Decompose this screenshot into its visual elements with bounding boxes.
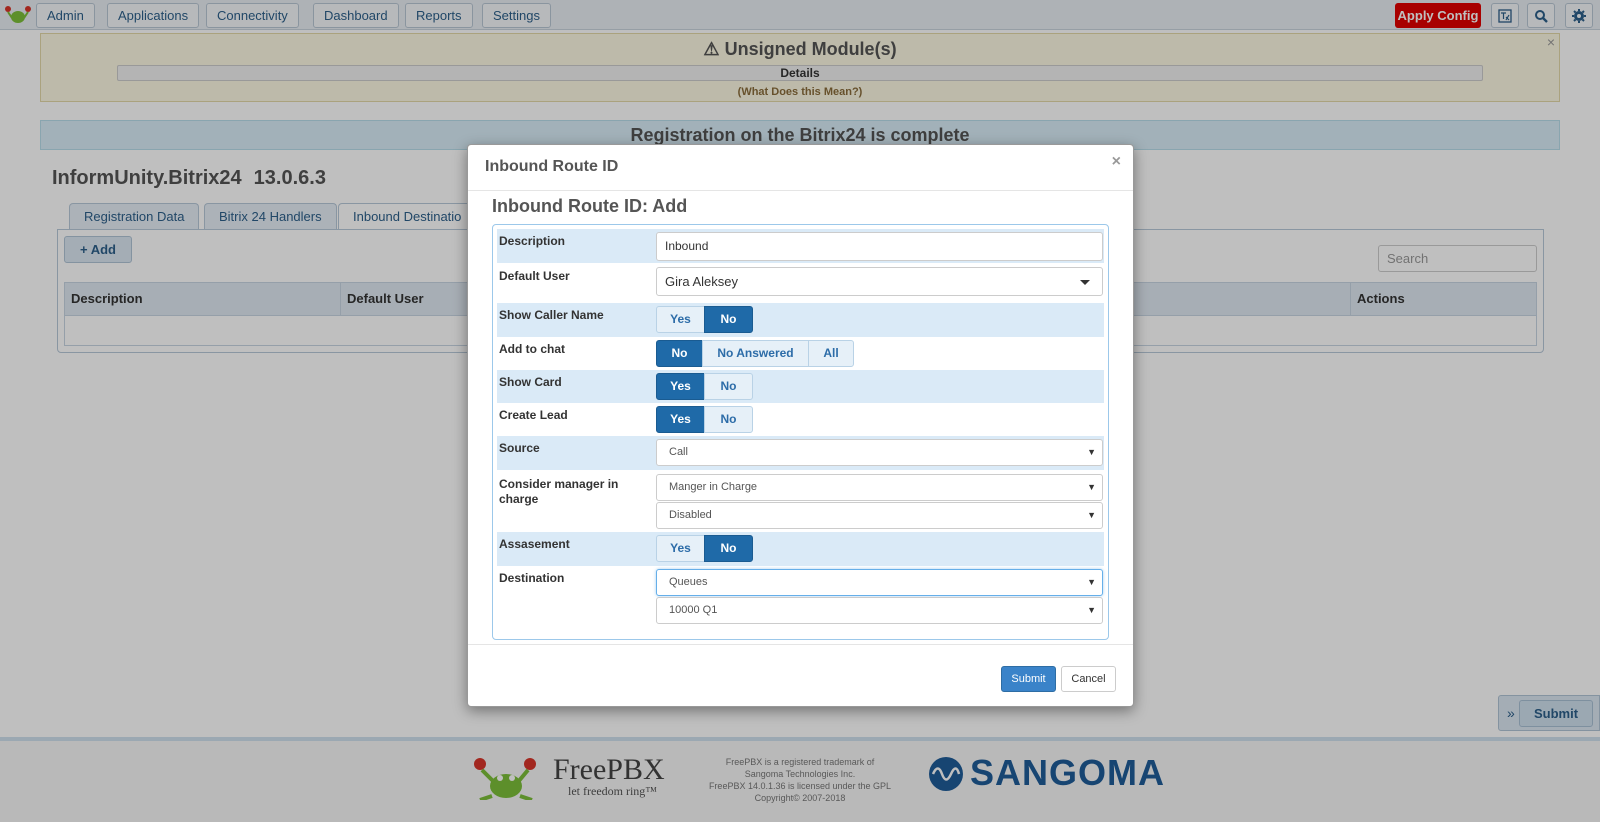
default-user-select[interactable]: Gira Aleksey xyxy=(656,267,1103,296)
caret-down-icon: ▼ xyxy=(1087,482,1096,492)
chevron-down-icon xyxy=(1080,280,1090,285)
row-show-card: Show Card Yes No xyxy=(497,370,1104,403)
add-to-chat-toggle: No No Answered All xyxy=(656,340,854,367)
add-to-chat-label: Add to chat xyxy=(499,342,565,356)
row-show-caller-name: Show Caller Name Yes No xyxy=(497,303,1104,337)
show-caller-name-yes[interactable]: Yes xyxy=(656,306,705,333)
destination-target-select[interactable]: 10000 Q1 ▼ xyxy=(656,597,1103,624)
assessment-label: Assasement xyxy=(499,537,570,551)
show-caller-name-toggle: Yes No xyxy=(656,306,753,333)
inbound-route-modal: Inbound Route ID × Inbound Route ID: Add… xyxy=(467,144,1134,707)
default-user-value: Gira Aleksey xyxy=(665,274,738,289)
add-to-chat-no[interactable]: No xyxy=(656,340,703,367)
add-to-chat-no-answered[interactable]: No Answered xyxy=(702,340,809,367)
create-lead-toggle: Yes No xyxy=(656,406,753,433)
close-icon[interactable]: × xyxy=(1112,153,1121,171)
modal-title: Inbound Route ID xyxy=(485,158,619,175)
caret-down-icon: ▼ xyxy=(1087,510,1096,520)
show-caller-name-label: Show Caller Name xyxy=(499,308,604,322)
cancel-button[interactable]: Cancel xyxy=(1061,666,1116,692)
destination-type-select[interactable]: Queues ▼ xyxy=(656,569,1103,596)
consider-manager-label: Consider manager in charge xyxy=(499,477,619,506)
form-heading: Inbound Route ID: Add xyxy=(492,196,688,216)
row-assessment: Assasement Yes No xyxy=(497,532,1104,566)
assessment-no[interactable]: No xyxy=(704,535,753,562)
caret-down-icon: ▼ xyxy=(1087,577,1096,587)
description-label: Description xyxy=(499,234,566,248)
default-user-label: Default User xyxy=(499,269,570,283)
consider-manager-select[interactable]: Manger in Charge ▼ xyxy=(656,474,1103,501)
create-lead-no[interactable]: No xyxy=(704,406,753,433)
show-card-toggle: Yes No xyxy=(656,373,753,400)
consider-manager-value: Manger in Charge xyxy=(669,481,758,493)
route-form: Description Inbound Default User Gira Al… xyxy=(492,224,1109,640)
destination-label: Destination xyxy=(499,571,565,585)
row-create-lead: Create Lead Yes No xyxy=(497,403,1104,436)
show-card-yes[interactable]: Yes xyxy=(656,373,705,400)
caret-down-icon: ▼ xyxy=(1087,605,1096,615)
create-lead-yes[interactable]: Yes xyxy=(656,406,705,433)
destination-type-value: Queues xyxy=(669,576,708,588)
source-value: Call xyxy=(669,446,688,458)
description-input[interactable]: Inbound xyxy=(656,232,1103,261)
create-lead-label: Create Lead xyxy=(499,408,568,422)
row-add-to-chat: Add to chat No No Answered All xyxy=(497,337,1104,370)
add-to-chat-all[interactable]: All xyxy=(808,340,854,367)
row-source: Source Call ▼ xyxy=(497,436,1104,470)
row-default-user: Default User Gira Aleksey xyxy=(497,264,1104,300)
assessment-toggle: Yes No xyxy=(656,535,753,562)
show-card-label: Show Card xyxy=(499,375,562,389)
caret-down-icon: ▼ xyxy=(1087,447,1096,457)
modal-footer: Submit Cancel xyxy=(468,644,1133,708)
destination-target-value: 10000 Q1 xyxy=(669,604,718,616)
manager-mode-select[interactable]: Disabled ▼ xyxy=(656,502,1103,529)
row-description: Description Inbound xyxy=(497,229,1104,263)
show-card-no[interactable]: No xyxy=(704,373,753,400)
source-select[interactable]: Call ▼ xyxy=(656,439,1103,466)
row-consider-manager: Consider manager in charge Manger in Cha… xyxy=(497,470,1104,532)
modal-header: Inbound Route ID × xyxy=(468,145,1133,191)
row-destination: Destination Queues ▼ 10000 Q1 ▼ xyxy=(497,566,1104,630)
show-caller-name-no[interactable]: No xyxy=(704,306,753,333)
submit-button[interactable]: Submit xyxy=(1001,666,1056,692)
source-label: Source xyxy=(499,441,540,455)
assessment-yes[interactable]: Yes xyxy=(656,535,705,562)
manager-mode-value: Disabled xyxy=(669,509,712,521)
